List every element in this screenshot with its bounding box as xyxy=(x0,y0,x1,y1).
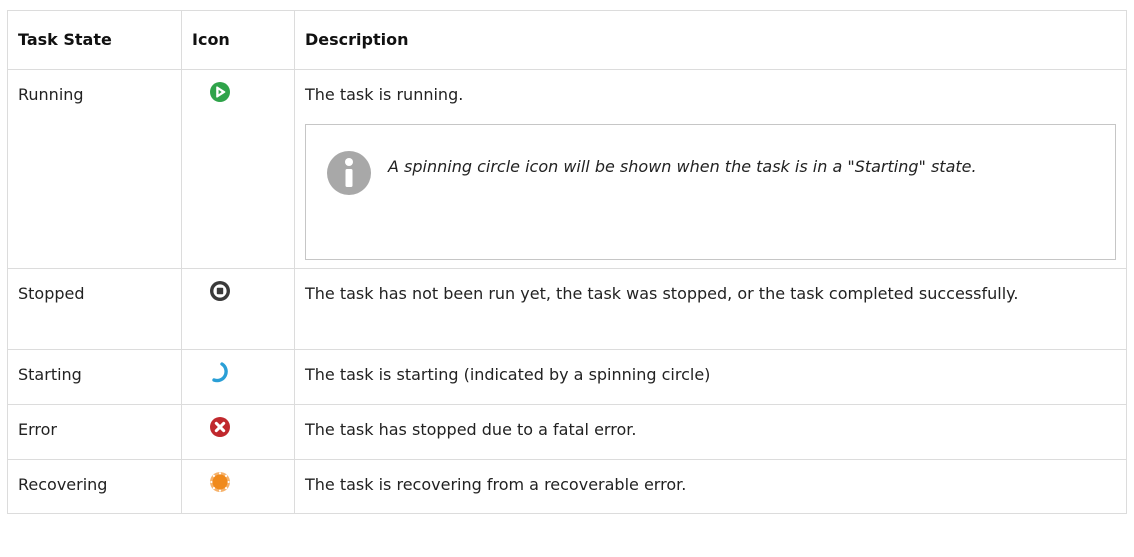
table-row: Error The task has stopped due to a fata… xyxy=(7,404,1127,460)
description-stopped: The task has not been run yet, the task … xyxy=(294,268,1127,350)
spinning-circle-icon xyxy=(212,362,228,383)
state-starting: Starting xyxy=(7,349,182,405)
note-box: A spinning circle icon will be shown whe… xyxy=(305,124,1116,260)
state-recovering: Recovering xyxy=(7,459,182,514)
running-play-icon xyxy=(210,82,230,102)
table-row: Recovering The task is recovering from a… xyxy=(7,459,1127,514)
table-row: Stopped The task has not been run yet, t… xyxy=(7,268,1127,350)
table-row: Starting The task is starting (indicated… xyxy=(7,349,1127,405)
table-header-row: Task State Icon Description xyxy=(7,10,1127,70)
state-stopped: Stopped xyxy=(7,268,182,350)
note-text: A spinning circle icon will be shown whe… xyxy=(388,157,977,176)
description-error: The task has stopped due to a fatal erro… xyxy=(294,404,1127,460)
info-icon xyxy=(327,151,371,195)
description-starting: The task is starting (indicated by a spi… xyxy=(294,349,1127,405)
error-x-icon xyxy=(210,417,230,437)
header-icon: Icon xyxy=(181,10,295,70)
task-states-table: Task State Icon Description Running The … xyxy=(7,10,1127,514)
recovering-sun-icon xyxy=(210,472,230,492)
stopped-square-icon xyxy=(210,281,230,301)
header-task-state: Task State xyxy=(7,10,182,70)
description-running: The task is running. xyxy=(305,85,464,104)
table-row: Running The task is running. A spinning xyxy=(7,69,1127,269)
description-recovering: The task is recovering from a recoverabl… xyxy=(294,459,1127,514)
state-running: Running xyxy=(7,69,182,269)
state-error: Error xyxy=(7,404,182,460)
header-description: Description xyxy=(294,10,1127,70)
